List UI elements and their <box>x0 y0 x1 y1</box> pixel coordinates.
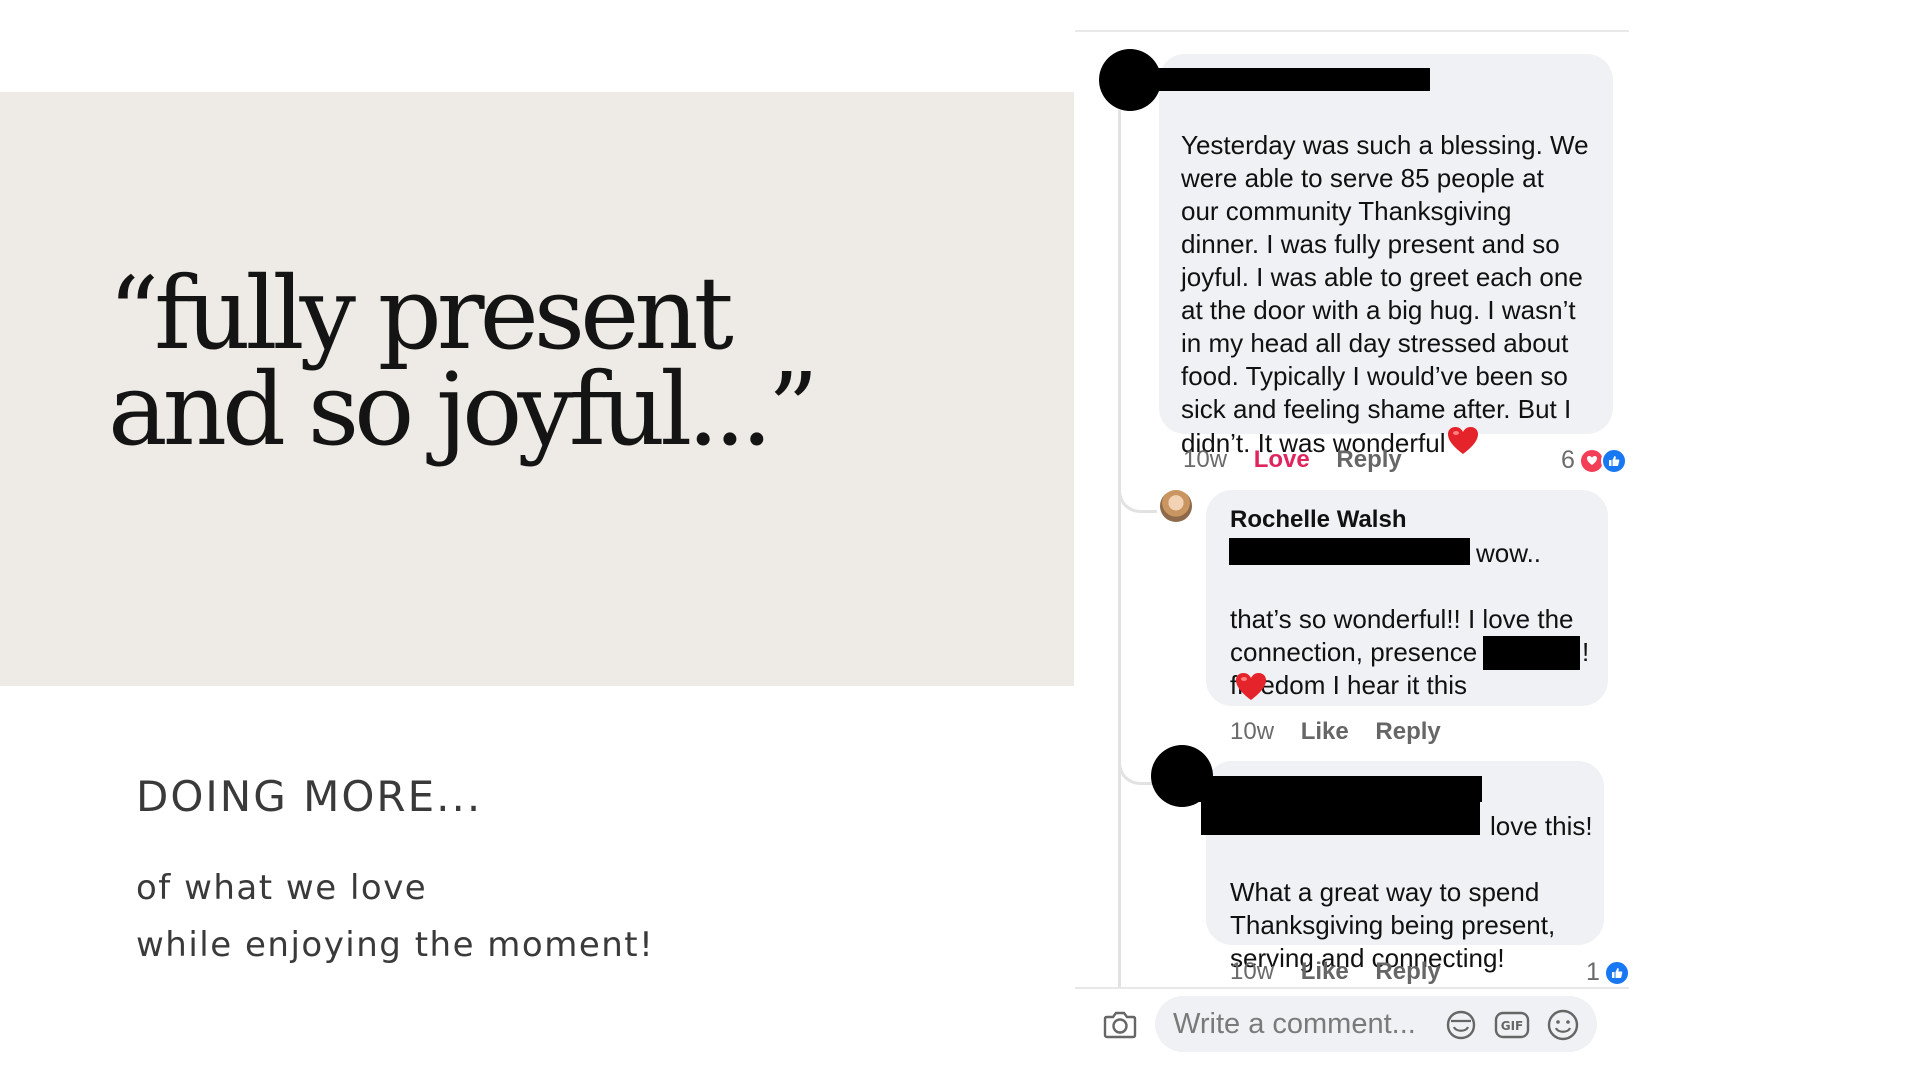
slide-subtext-2: while enjoying the moment! <box>136 925 655 965</box>
comment-time[interactable]: 10w <box>1183 446 1227 473</box>
comment-text-fragment: ! <box>1582 637 1590 667</box>
comment-input-placeholder[interactable]: Write a comment... <box>1173 1008 1416 1041</box>
comment-time[interactable]: 10w <box>1230 958 1274 985</box>
heart-emoji-icon <box>1235 672 1267 707</box>
sticker-icon[interactable] <box>1444 1008 1478 1042</box>
redacted-name <box>1199 776 1482 802</box>
comment-body: Yesterday was such a blessing. We were a… <box>1181 130 1589 458</box>
top-divider <box>1075 30 1629 32</box>
like-reaction-icon <box>1603 959 1630 986</box>
comment-meta: 10w Like Reply <box>1230 718 1441 746</box>
comment-text-fragment: love this! <box>1490 811 1593 841</box>
avatar[interactable] <box>1099 49 1161 111</box>
slide-heading: DOING MORE... <box>136 772 483 821</box>
reply-button[interactable]: Reply <box>1336 446 1401 473</box>
comment-meta: 10w Love Reply <box>1183 446 1402 474</box>
reply-button[interactable]: Reply <box>1375 958 1440 985</box>
reaction-summary[interactable]: 1 <box>1586 958 1630 987</box>
like-button[interactable]: Like <box>1301 958 1349 985</box>
comment-meta: 10w Like Reply <box>1230 958 1441 986</box>
quote-text: “fully present and so joyful...” <box>108 255 819 468</box>
svg-text:GIF: GIF <box>1501 1019 1524 1033</box>
love-reaction-button[interactable]: Love <box>1254 446 1310 473</box>
reaction-count: 1 <box>1586 958 1600 986</box>
emoji-icon[interactable] <box>1546 1008 1580 1042</box>
like-reaction-icon <box>1600 447 1627 474</box>
redacted-mention <box>1201 802 1480 835</box>
comment-text: What a great way to spend Thanksgiving b… <box>1230 843 1600 975</box>
redacted-word <box>1483 636 1580 670</box>
reaction-count: 6 <box>1561 446 1575 474</box>
like-button[interactable]: Like <box>1301 718 1349 745</box>
thread-branch <box>1118 470 1157 513</box>
comment-author[interactable]: Rochelle Walsh <box>1230 506 1406 534</box>
reply-button[interactable]: Reply <box>1375 718 1440 745</box>
gif-icon[interactable]: GIF <box>1494 1008 1530 1042</box>
slide-subtext-1: of what we love <box>136 868 428 908</box>
comment-text-fragment: wow.. <box>1476 538 1542 568</box>
comment-time[interactable]: 10w <box>1230 718 1274 745</box>
comment-text: Yesterday was such a blessing. We were a… <box>1181 96 1611 464</box>
redacted-name <box>1153 68 1430 91</box>
camera-icon[interactable] <box>1102 1006 1138 1042</box>
reaction-summary[interactable]: 6 <box>1561 446 1627 475</box>
heart-emoji-icon <box>1447 426 1479 464</box>
rochelle-avatar[interactable] <box>1160 490 1192 522</box>
thread-line <box>1118 110 1121 988</box>
composer-divider <box>1075 987 1629 989</box>
redacted-mention <box>1229 538 1470 565</box>
